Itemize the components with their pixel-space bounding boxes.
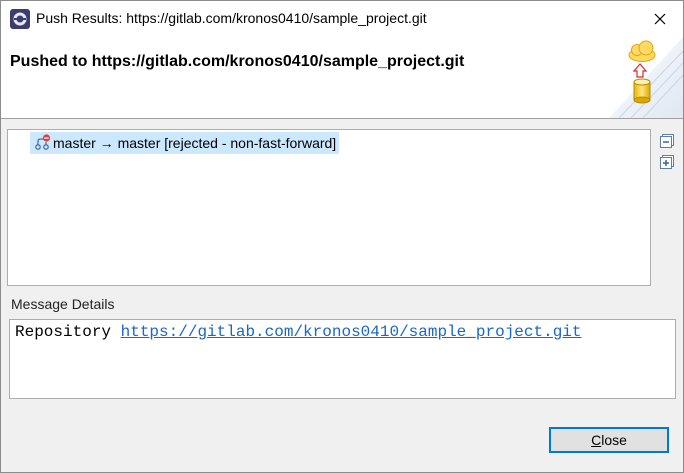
eclipse-icon	[10, 9, 30, 29]
page-title: Pushed to https://gitlab.com/kronos0410/…	[10, 53, 465, 70]
close-button[interactable]: Close	[549, 427, 669, 453]
expand-all-icon[interactable]	[660, 155, 674, 169]
window-title: Push Results: https://gitlab.com/kronos0…	[36, 10, 427, 26]
tree-row-master[interactable]: master → master [rejected - non-fast-for…	[30, 132, 340, 154]
close-window-button[interactable]	[637, 1, 683, 37]
collapse-all-icon[interactable]	[660, 134, 674, 148]
message-details-box[interactable]: Repository https://gitlab.com/kronos0410…	[9, 319, 676, 399]
push-results-dialog: Push Results: https://gitlab.com/kronos0…	[0, 0, 684, 473]
close-button-mnemonic: C	[591, 432, 602, 448]
close-button-label: lose	[601, 432, 627, 448]
repository-link[interactable]: https://gitlab.com/kronos0410/sample_pro…	[121, 323, 582, 341]
header-banner: Pushed to https://gitlab.com/kronos0410/…	[1, 37, 683, 119]
title-bar: Push Results: https://gitlab.com/kronos0…	[1, 1, 683, 37]
message-prefix: Repository	[15, 323, 121, 341]
message-details-label: Message Details	[11, 296, 115, 312]
push-results-tree[interactable]: master → master [rejected - non-fast-for…	[7, 129, 651, 286]
tree-row-label: master → master [rejected - non-fast-for…	[53, 135, 337, 151]
cloud-push-database-icon	[609, 37, 683, 118]
close-icon	[654, 13, 666, 25]
branch-rejected-icon	[35, 134, 51, 150]
